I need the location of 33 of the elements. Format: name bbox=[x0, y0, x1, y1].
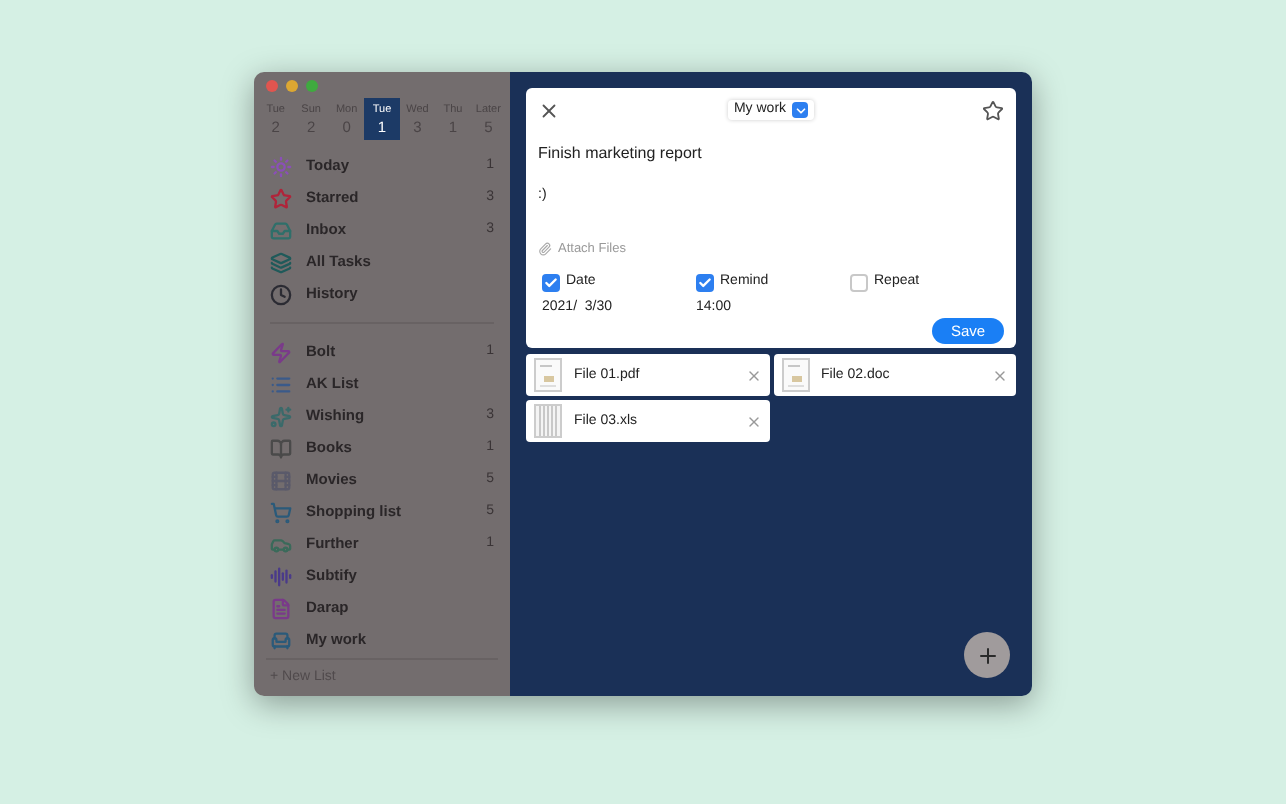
bolt-icon bbox=[270, 341, 292, 363]
remove-icon[interactable] bbox=[745, 413, 761, 430]
add-button[interactable] bbox=[964, 632, 1010, 678]
sun-icon bbox=[270, 155, 292, 177]
remove-icon[interactable] bbox=[745, 367, 761, 384]
document-thumbnail-icon bbox=[781, 358, 809, 393]
list-icon bbox=[270, 373, 292, 395]
remove-icon[interactable] bbox=[992, 367, 1008, 384]
chair-icon bbox=[270, 629, 292, 651]
clock-icon bbox=[270, 283, 292, 305]
star-icon bbox=[270, 187, 292, 209]
paperclip-icon bbox=[538, 241, 552, 256]
file-icon bbox=[270, 597, 292, 619]
car-icon bbox=[270, 533, 292, 555]
document-thumbnail-icon bbox=[534, 358, 562, 393]
plus-icon bbox=[975, 643, 999, 667]
audio-icon bbox=[270, 565, 292, 587]
book-icon bbox=[270, 437, 292, 459]
layers-icon bbox=[270, 251, 292, 273]
inbox-icon bbox=[270, 219, 292, 241]
checkbox[interactable] bbox=[850, 274, 868, 292]
close-icon[interactable] bbox=[538, 99, 560, 121]
star-icon[interactable] bbox=[982, 99, 1004, 121]
checkbox[interactable] bbox=[696, 274, 714, 292]
chevron-down-icon bbox=[793, 103, 808, 117]
minimize-window-icon[interactable] bbox=[286, 80, 298, 92]
cart-icon bbox=[270, 501, 292, 523]
film-icon bbox=[270, 469, 292, 491]
checkbox[interactable] bbox=[542, 274, 560, 292]
spreadsheet-thumbnail-icon bbox=[534, 404, 562, 439]
zoom-window-icon[interactable] bbox=[306, 80, 318, 92]
sparkle-icon bbox=[270, 405, 292, 427]
task-title[interactable]: Finish marketing report bbox=[538, 142, 1004, 166]
